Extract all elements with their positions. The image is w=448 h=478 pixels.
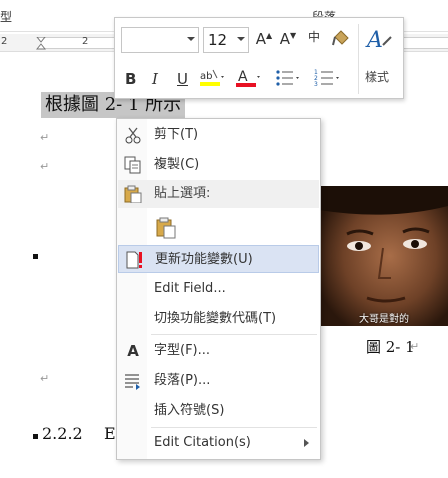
styles-label[interactable]: 樣式 — [365, 68, 389, 85]
svg-text:A: A — [238, 69, 248, 85]
menu-separator — [151, 334, 317, 335]
bold-button[interactable]: B — [125, 70, 136, 88]
toolbar-divider — [358, 24, 359, 94]
ruler-mark: 2 — [1, 36, 8, 47]
menu-item-label: Edit Citation(s) — [154, 435, 251, 450]
numbering-icon[interactable]: 123 — [314, 68, 342, 88]
paragraph-mark: ↵ — [40, 160, 50, 173]
photo-subtitle: 大哥是對的 — [359, 314, 409, 325]
section-heading-number: 2.2.2 — [42, 424, 83, 443]
indent-marker[interactable] — [35, 36, 47, 50]
menu-item-update-field[interactable]: 更新功能變數(U) — [118, 245, 319, 273]
menu-item-cut[interactable]: 剪下(T) — [118, 121, 319, 149]
underline-button[interactable]: U — [177, 70, 188, 88]
paragraph-mark: ↵ — [410, 340, 420, 353]
chevron-down-icon — [237, 37, 245, 41]
menu-item-edit-citations[interactable]: Edit Citation(s) — [118, 429, 319, 457]
menu-item-paste-keep-text-only[interactable] — [118, 211, 319, 245]
menu-item-copy[interactable]: 複製(C) — [118, 151, 319, 179]
ruler-mark: 2 — [82, 36, 89, 47]
highlight-color-icon[interactable]: ab — [199, 66, 225, 90]
phonetic-guide-icon[interactable]: 中 — [303, 28, 325, 45]
chevron-down-icon — [187, 37, 195, 41]
font-icon: A — [127, 342, 139, 360]
menu-item-label: 字型(F)... — [154, 343, 211, 358]
menu-item-toggle-field-codes[interactable]: 切換功能變數代碼(T) — [118, 305, 319, 333]
menu-item-font[interactable]: A 字型(F)... — [118, 337, 319, 365]
font-size-combobox[interactable]: 12 — [203, 27, 249, 53]
section-heading-text: E — [104, 424, 116, 443]
menu-item-label: 插入符號(S) — [154, 403, 225, 418]
update-field-icon — [125, 251, 143, 269]
bullet-mark — [33, 254, 38, 259]
bullet-mark — [33, 434, 38, 439]
menu-item-label: 貼上選項: — [154, 186, 211, 201]
bullets-icon[interactable] — [275, 68, 301, 88]
paste-keep-text-icon[interactable] — [156, 217, 176, 239]
movie-still-image[interactable]: 大哥是對的 — [319, 186, 448, 326]
shrink-font-icon[interactable]: A▼ — [279, 30, 297, 48]
paragraph-mark: ↵ — [40, 131, 50, 144]
styles-icon[interactable]: A — [365, 25, 395, 55]
font-size-value: 12 — [208, 31, 228, 49]
menu-item-label: 複製(C) — [154, 157, 200, 172]
menu-item-label: 段落(P)... — [154, 373, 211, 388]
menu-item-label: 切換功能變數代碼(T) — [154, 311, 277, 326]
svg-text:A: A — [365, 28, 383, 53]
grow-font-icon[interactable]: A▲ — [255, 30, 273, 48]
font-color-icon[interactable]: A — [235, 66, 261, 90]
font-name-combobox[interactable] — [121, 27, 199, 53]
menu-item-paragraph[interactable]: 段落(P)... — [118, 367, 319, 395]
copy-icon — [124, 156, 142, 174]
menu-item-label: Edit Field... — [154, 281, 226, 296]
context-menu: 剪下(T) 複製(C) 貼上選項: 更新功能變數(U) Edit Field..… — [116, 118, 321, 460]
menu-item-label: 更新功能變數(U) — [155, 252, 253, 267]
paragraph-mark: ↵ — [40, 372, 50, 385]
menu-item-edit-field[interactable]: Edit Field... — [118, 275, 319, 303]
scissors-icon — [124, 126, 142, 144]
menu-item-insert-symbol[interactable]: 插入符號(S) — [118, 397, 319, 425]
menu-item-label: 剪下(T) — [154, 127, 199, 142]
mini-formatting-toolbar: 12 A▲ A▼ 中 A 樣式 B I U ab A 123 — [114, 17, 404, 99]
menu-separator — [151, 427, 317, 428]
paragraph-icon — [124, 372, 142, 390]
submenu-arrow-icon — [304, 439, 309, 447]
italic-button[interactable]: I — [152, 70, 158, 88]
figure-caption: 圖 2- 1 — [366, 338, 415, 356]
paste-icon — [124, 185, 142, 204]
svg-text:ab: ab — [200, 71, 212, 82]
menu-section-paste-options: 貼上選項: — [118, 180, 319, 208]
ribbon-group-font-label: 型 — [0, 10, 13, 24]
svg-text:3: 3 — [314, 81, 318, 88]
format-painter-icon[interactable] — [331, 29, 351, 47]
